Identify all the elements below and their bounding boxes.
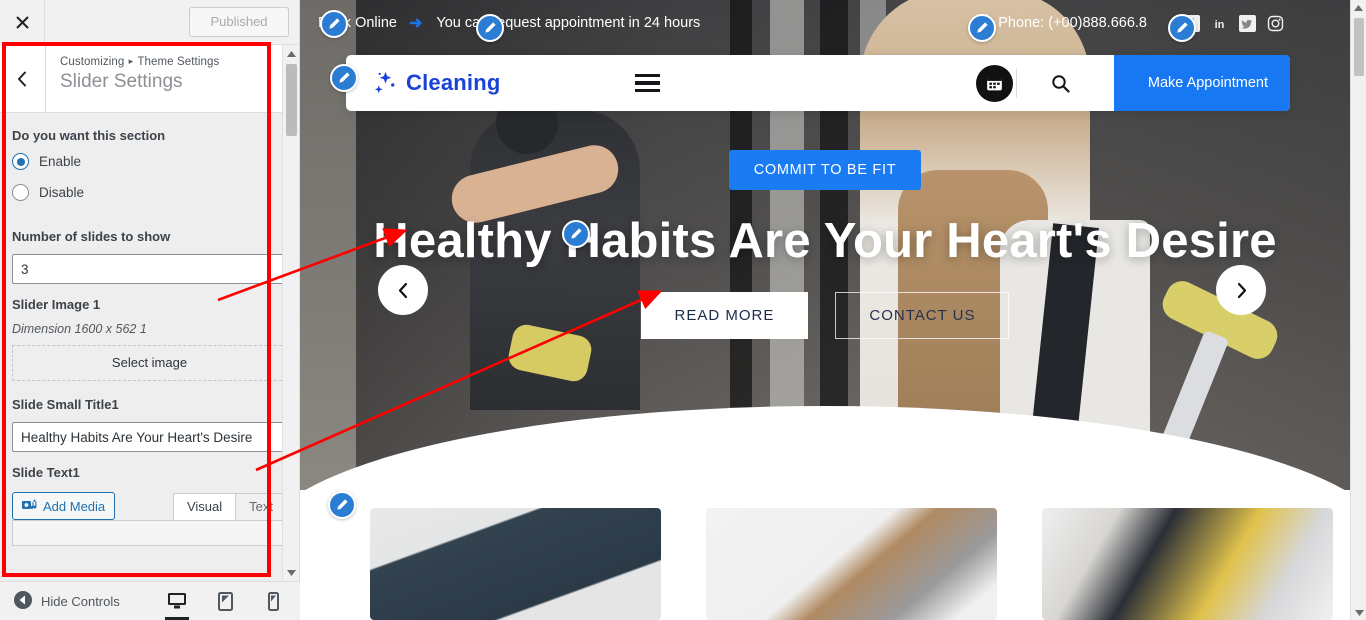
chevron-left-icon bbox=[18, 71, 26, 86]
slide-text-editor[interactable] bbox=[12, 520, 287, 546]
editor-toolbar: Add Media Visual Text bbox=[12, 490, 287, 520]
site-navbar: Cleaning Make Appointment bbox=[346, 55, 1290, 111]
breadcrumb-parent[interactable]: Theme Settings bbox=[137, 56, 219, 68]
select-image-button[interactable]: Select image bbox=[12, 345, 287, 381]
service-card-1[interactable] bbox=[370, 508, 661, 620]
customizer-screen: Book Online ➜ You can request appointmen… bbox=[0, 0, 1366, 620]
small-title-input[interactable] bbox=[12, 422, 287, 452]
slide-text-label: Slide Text1 bbox=[12, 465, 80, 480]
small-title-label: Slide Small Title1 bbox=[12, 397, 119, 412]
read-more-button[interactable]: READ MORE bbox=[640, 292, 809, 339]
customizer-sidebar: Published Customizing ▸ Theme Settings S… bbox=[0, 0, 300, 620]
editor-tabs: Visual Text bbox=[172, 493, 287, 520]
instagram-icon[interactable] bbox=[1267, 15, 1284, 32]
device-preview-switcher bbox=[160, 582, 290, 620]
site-brand-label: Cleaning bbox=[406, 70, 501, 95]
breadcrumb-prefix: Customizing bbox=[60, 56, 125, 68]
preview-scrollbar[interactable] bbox=[1350, 0, 1366, 620]
preview-scroll-up-arrow[interactable] bbox=[1351, 0, 1366, 15]
tab-text[interactable]: Text bbox=[236, 493, 287, 520]
linkedin-icon[interactable]: in bbox=[1211, 15, 1228, 32]
tab-visual[interactable]: Visual bbox=[172, 493, 237, 520]
radio-enable-label: Enable bbox=[39, 154, 82, 169]
make-appointment-button[interactable]: Make Appointment bbox=[975, 55, 1290, 111]
collapse-icon bbox=[14, 590, 32, 612]
add-media-label: Add Media bbox=[43, 498, 106, 514]
edit-pin-brand[interactable] bbox=[330, 64, 358, 92]
hide-controls-button[interactable]: Hide Controls bbox=[14, 590, 120, 612]
desktop-icon[interactable] bbox=[160, 582, 194, 620]
page-title: Slider Settings bbox=[60, 71, 183, 92]
breadcrumb: Customizing ▸ Theme Settings bbox=[60, 56, 219, 68]
radio-enable-input[interactable] bbox=[12, 153, 29, 170]
edit-pin-service-cards[interactable] bbox=[328, 491, 356, 519]
edit-pin-topbar-left[interactable] bbox=[320, 10, 348, 38]
media-icon bbox=[22, 499, 37, 513]
service-cards bbox=[300, 508, 1350, 620]
arrow-right-icon: ➜ bbox=[409, 15, 423, 32]
customizer-scroll-down-arrow[interactable] bbox=[283, 564, 300, 581]
twitter-icon[interactable] bbox=[1239, 14, 1256, 32]
radio-disable[interactable]: Disable bbox=[12, 184, 287, 201]
customizer-footer: Hide Controls bbox=[0, 581, 300, 620]
svg-text:in: in bbox=[1215, 19, 1225, 31]
radio-disable-input[interactable] bbox=[12, 184, 29, 201]
slides-count-input[interactable] bbox=[12, 254, 287, 284]
close-icon bbox=[15, 15, 29, 29]
sparkle-icon bbox=[372, 70, 399, 97]
hero-title: Healthy Habits Are Your Heart's Desire bbox=[373, 214, 1277, 268]
tablet-icon[interactable] bbox=[208, 582, 242, 620]
customizer-controls: Do you want this section Enable Disable … bbox=[0, 114, 299, 581]
panel-back-button[interactable] bbox=[0, 45, 46, 112]
site-brand[interactable]: Cleaning bbox=[372, 70, 501, 97]
slides-count-label: Number of slides to show bbox=[12, 229, 171, 244]
slider-image-label: Slider Image 1 bbox=[12, 297, 101, 312]
hero-content: COMMIT TO BE FIT Healthy Habits Are Your… bbox=[300, 150, 1350, 339]
radio-disable-label: Disable bbox=[39, 185, 85, 200]
hero-slider: Book Online ➜ You can request appointmen… bbox=[300, 0, 1350, 490]
hide-controls-label: Hide Controls bbox=[41, 593, 120, 609]
search-icon[interactable] bbox=[1051, 74, 1070, 93]
publish-button[interactable]: Published bbox=[189, 7, 289, 37]
topbar-phone-label[interactable]: Phone: (+00)888.666.8 bbox=[998, 15, 1147, 31]
mobile-icon[interactable] bbox=[256, 582, 290, 620]
service-card-2[interactable] bbox=[706, 508, 997, 620]
slider-image-dimension: Dimension 1600 x 562 1 bbox=[12, 322, 147, 336]
calendar-icon bbox=[975, 65, 1013, 102]
customizer-scrollbar[interactable] bbox=[282, 45, 299, 581]
add-media-button[interactable]: Add Media bbox=[12, 492, 116, 520]
edit-pin-hero-title[interactable] bbox=[562, 220, 590, 248]
customizer-header: Published bbox=[0, 0, 299, 45]
edit-pin-topbar-note[interactable] bbox=[476, 14, 504, 42]
customizer-scroll-up-arrow[interactable] bbox=[283, 45, 300, 62]
hero-eyebrow-button[interactable]: COMMIT TO BE FIT bbox=[728, 150, 922, 190]
slider-next-button[interactable] bbox=[1216, 265, 1266, 315]
social-links: in bbox=[1183, 14, 1284, 32]
hamburger-menu-icon[interactable] bbox=[634, 73, 660, 93]
preview-scroll-down-arrow[interactable] bbox=[1351, 605, 1366, 620]
section-toggle-label: Do you want this section bbox=[12, 128, 166, 143]
customizer-panel-header: Customizing ▸ Theme Settings Slider Sett… bbox=[0, 45, 299, 113]
breadcrumb-separator-icon: ▸ bbox=[128, 56, 134, 66]
slider-prev-button[interactable] bbox=[378, 265, 428, 315]
customizer-scroll-thumb[interactable] bbox=[286, 64, 297, 136]
nav-divider bbox=[1015, 68, 1017, 98]
preview-scroll-thumb[interactable] bbox=[1354, 18, 1364, 76]
contact-us-button[interactable]: CONTACT US bbox=[835, 292, 1010, 339]
edit-pin-topbar-phone[interactable] bbox=[968, 14, 996, 42]
radio-enable[interactable]: Enable bbox=[12, 153, 287, 170]
make-appointment-label: Make Appointment bbox=[1147, 75, 1268, 91]
close-customizer-button[interactable] bbox=[0, 0, 45, 45]
theme-preview: Book Online ➜ You can request appointmen… bbox=[300, 0, 1366, 620]
service-card-3[interactable] bbox=[1042, 508, 1333, 620]
edit-pin-social-links[interactable] bbox=[1168, 14, 1196, 42]
